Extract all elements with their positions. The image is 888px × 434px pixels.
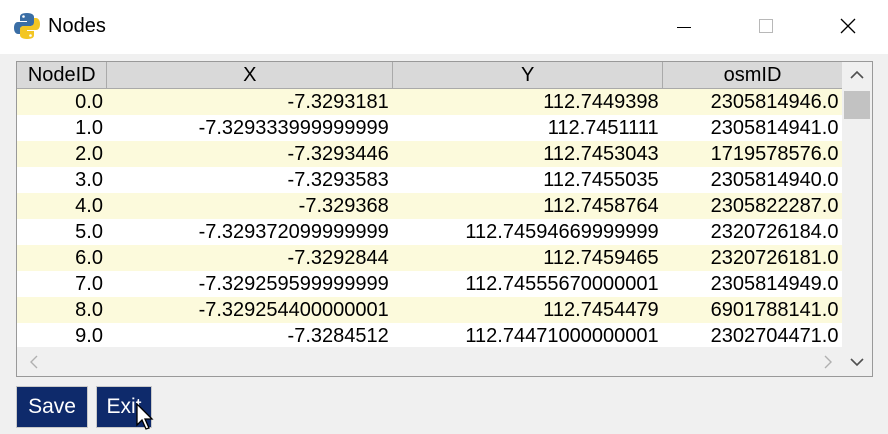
title-bar: Nodes (0, 0, 888, 54)
table-row[interactable]: 8.0 -7.329254400000001 112.7454479 69017881… (17, 297, 843, 323)
cell-osmid[interactable]: 2305814941.0 (662, 115, 843, 141)
cell-y[interactable]: 112.7455035 (392, 167, 663, 193)
maximize-icon (759, 19, 773, 33)
cell-osmid[interactable]: 2305814940.0 (662, 167, 843, 193)
table-row[interactable]: 3.0 -7.3293583 112.7455035 2305814940.0 (17, 167, 843, 193)
cell-y[interactable]: 112.74555670000001 (392, 271, 663, 297)
vertical-scroll-thumb[interactable] (844, 91, 870, 119)
chevron-left-icon (30, 355, 38, 368)
cell-osmid[interactable]: 2305814946.0 (662, 88, 843, 115)
cell-x[interactable]: -7.329368 (106, 193, 393, 219)
chevron-down-icon (850, 357, 864, 366)
cell-osmid[interactable]: 1719578576.0 (662, 141, 843, 167)
close-button[interactable] (828, 8, 868, 44)
table-row[interactable]: 4.0 -7.329368 112.7458764 2305822287.0 (17, 193, 843, 219)
cell-x[interactable]: -7.329333999999999 (106, 115, 393, 141)
nodes-table-grid[interactable]: NodeID X Y osmID 0.0 -7.3293181 112.744939… (17, 62, 843, 347)
cell-y[interactable]: 112.7449398 (392, 88, 663, 115)
cell-x[interactable]: -7.3293446 (106, 141, 393, 167)
cell-x[interactable]: -7.3293181 (106, 88, 393, 115)
cell-nodeid[interactable]: 1.0 (17, 115, 107, 141)
cell-y[interactable]: 112.7454479 (392, 297, 663, 323)
cell-y[interactable]: 112.74594669999999 (392, 219, 663, 245)
chevron-right-icon (824, 355, 832, 368)
window-title: Nodes (48, 15, 106, 37)
table-row[interactable]: 2.0 -7.3293446 112.7453043 1719578576.0 (17, 141, 843, 167)
cell-osmid[interactable]: 2320726184.0 (662, 219, 843, 245)
cell-nodeid[interactable]: 5.0 (17, 219, 107, 245)
cell-nodeid[interactable]: 0.0 (17, 88, 107, 115)
column-header-y[interactable]: Y (392, 62, 664, 89)
cell-x[interactable]: -7.3292844 (106, 245, 393, 271)
cell-nodeid[interactable]: 8.0 (17, 297, 107, 323)
table-row[interactable]: 1.0 -7.329333999999999 112.7451111 23058149… (17, 115, 843, 141)
cell-osmid[interactable]: 2305822287.0 (662, 193, 843, 219)
cell-nodeid[interactable]: 2.0 (17, 141, 107, 167)
column-header-x[interactable]: X (106, 62, 394, 89)
table-row[interactable]: 6.0 -7.3292844 112.7459465 2320726181.0 (17, 245, 843, 271)
cell-nodeid[interactable]: 4.0 (17, 193, 107, 219)
python-icon (14, 13, 40, 39)
cell-nodeid[interactable]: 7.0 (17, 271, 107, 297)
cell-x[interactable]: -7.3293583 (106, 167, 393, 193)
cell-x[interactable]: -7.329372099999999 (106, 219, 393, 245)
column-header-nodeid[interactable]: NodeID (17, 62, 108, 89)
minimize-button[interactable] (664, 8, 704, 44)
cell-x[interactable]: -7.3284512 (106, 323, 393, 347)
cell-nodeid[interactable]: 3.0 (17, 167, 107, 193)
nodes-table: NodeID X Y osmID 0.0 -7.3293181 112.744939… (17, 62, 843, 347)
scroll-up-button[interactable] (842, 62, 872, 88)
table-row[interactable]: 7.0 -7.329259599999999 112.74555670000001 2… (17, 271, 843, 297)
table-row[interactable]: 9.0 -7.3284512 112.74471000000001 230270447… (17, 323, 843, 347)
cell-x[interactable]: -7.329259599999999 (106, 271, 393, 297)
cell-osmid[interactable]: 2320726181.0 (662, 245, 843, 271)
cell-nodeid[interactable]: 6.0 (17, 245, 107, 271)
column-header-osmid[interactable]: osmID (662, 62, 843, 89)
table-row[interactable]: 0.0 -7.3293181 112.7449398 2305814946.0 (17, 88, 843, 115)
table-header-row: NodeID X Y osmID (17, 62, 843, 89)
close-icon (840, 18, 856, 34)
minimize-icon (677, 26, 691, 28)
cell-y[interactable]: 112.7451111 (392, 115, 663, 141)
scroll-right-button[interactable] (815, 347, 841, 376)
cell-nodeid[interactable]: 9.0 (17, 323, 107, 347)
cell-osmid[interactable]: 6901788141.0 (662, 297, 843, 323)
save-button[interactable]: Save (16, 386, 88, 428)
mouse-cursor-icon (136, 403, 154, 430)
maximize-button[interactable] (746, 8, 786, 44)
table-row[interactable]: 5.0 -7.329372099999999 112.74594669999999 2… (17, 219, 843, 245)
scroll-left-button[interactable] (21, 347, 47, 376)
cell-y[interactable]: 112.7453043 (392, 141, 663, 167)
chevron-up-icon (850, 70, 864, 79)
scroll-down-button[interactable] (842, 347, 872, 376)
cell-x[interactable]: -7.329254400000001 (106, 297, 393, 323)
cell-y[interactable]: 112.7458764 (392, 193, 663, 219)
nodes-table-panel: NodeID X Y osmID 0.0 -7.3293181 112.744939… (16, 61, 873, 377)
cell-y[interactable]: 112.7459465 (392, 245, 663, 271)
horizontal-scrollbar[interactable] (17, 347, 843, 376)
cell-osmid[interactable]: 2305814949.0 (662, 271, 843, 297)
vertical-scrollbar[interactable] (842, 62, 872, 347)
cell-y[interactable]: 112.74471000000001 (392, 323, 663, 347)
cell-osmid[interactable]: 2302704471.0 (662, 323, 843, 347)
